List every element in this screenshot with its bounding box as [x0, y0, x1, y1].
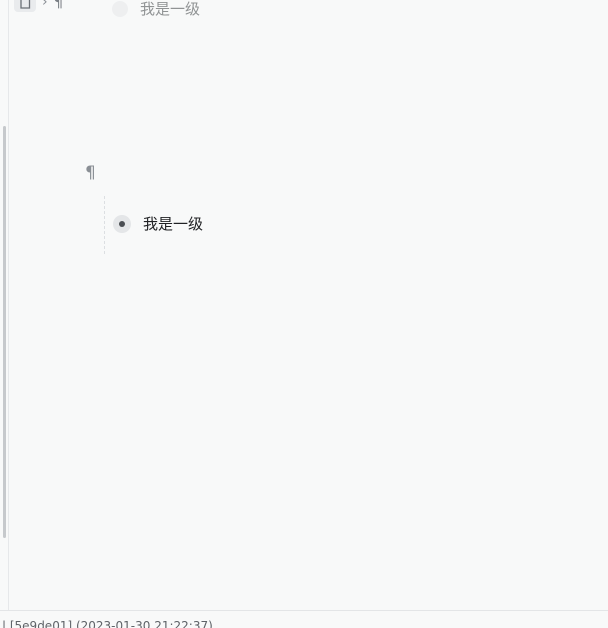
status-bar: | [5e9de01] (2023-01-30 21:22:37): [0, 610, 608, 628]
breadcrumb-doc-button[interactable]: [14, 0, 36, 12]
editor-window: › ¶ 我是一级 ¶ 我是一级 | [5e9de01] (2023-01-30 …: [0, 0, 608, 628]
list-item[interactable]: 我是一级: [113, 213, 203, 235]
bullet-dot: [119, 221, 125, 227]
breadcrumb-paragraph[interactable]: ¶: [54, 0, 64, 10]
bullet-icon[interactable]: [113, 215, 131, 233]
chevron-right-icon: ›: [42, 0, 48, 10]
editor-left-border: [8, 0, 9, 610]
status-version-text: | [5e9de01] (2023-01-30 21:22:37): [2, 619, 213, 628]
bullet-icon[interactable]: [112, 0, 128, 17]
document-icon: [20, 0, 31, 9]
list-item-partial[interactable]: 我是一级: [112, 0, 200, 19]
breadcrumb: › ¶: [14, 0, 63, 12]
list-item-text[interactable]: 我是一级: [140, 0, 200, 19]
paragraph-mark-icon[interactable]: ¶: [85, 163, 96, 183]
scrollbar[interactable]: [3, 126, 6, 538]
list-guide-line: [104, 196, 105, 254]
list-item-text[interactable]: 我是一级: [143, 213, 203, 235]
